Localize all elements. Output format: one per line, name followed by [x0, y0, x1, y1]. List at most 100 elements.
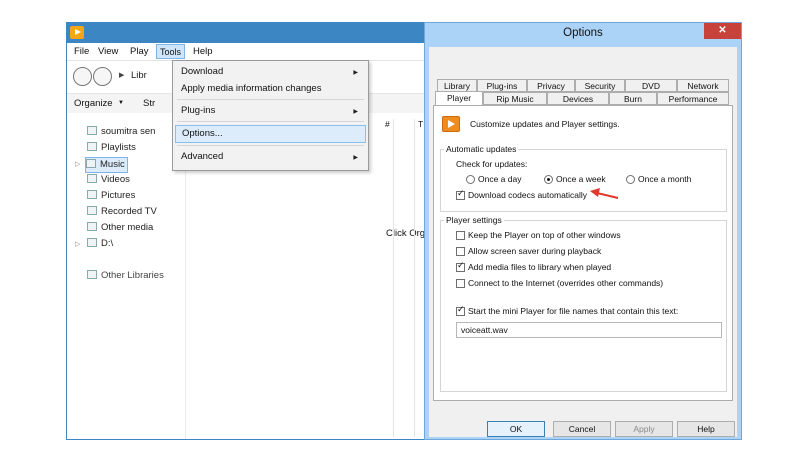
column-divider [393, 119, 394, 437]
menu-item-options[interactable]: Options... [175, 125, 366, 143]
tab-player[interactable]: Player [435, 91, 483, 106]
apply-button[interactable]: Apply [615, 421, 673, 437]
download-codecs-checkbox[interactable] [456, 189, 465, 200]
player-tab-panel: Customize updates and Player settings. A… [433, 105, 733, 401]
download-codecs-label[interactable]: Download codecs automatically [468, 189, 587, 201]
sidebar-item-pictures[interactable]: Pictures [87, 189, 135, 203]
tab-plug-ins[interactable]: Plug-ins [477, 79, 527, 92]
tools-dropdown-menu: Download ▶ Apply media information chang… [172, 60, 369, 171]
tab-security[interactable]: Security [575, 79, 625, 92]
options-dialog: Options ✕ Library Plug-ins Privacy Secur… [424, 22, 742, 440]
keep-on-top-checkbox[interactable] [456, 231, 465, 240]
connect-internet-label[interactable]: Connect to the Internet (overrides other… [468, 277, 663, 289]
menu-tools-label: Tools [159, 47, 181, 57]
tab-dvd[interactable]: DVD [625, 79, 677, 92]
forward-button[interactable] [93, 67, 112, 86]
drive-expander-icon[interactable]: ▷ [75, 240, 80, 248]
menu-item-options-label: Options... [182, 128, 223, 139]
close-icon: ✕ [718, 25, 727, 36]
tab-rip-music[interactable]: Rip Music [483, 92, 547, 105]
title-bar[interactable] [67, 23, 427, 43]
allow-screensaver-checkbox[interactable] [456, 247, 465, 256]
menu-item-plug-ins[interactable]: Plug-ins [181, 104, 215, 118]
breadcrumb-chevron-icon: ▶ [119, 72, 125, 79]
radio-once-a-month[interactable] [626, 175, 635, 184]
menu-view[interactable]: View [98, 46, 118, 58]
column-header-title[interactable]: T [418, 119, 423, 129]
radio-once-a-day[interactable] [466, 175, 475, 184]
check-for-updates-label: Check for updates: [456, 159, 528, 169]
network-libraries-icon [87, 270, 97, 279]
cancel-button[interactable]: Cancel [553, 421, 611, 437]
add-to-library-label[interactable]: Add media files to library when played [468, 261, 611, 273]
user-icon [87, 126, 97, 135]
tv-icon [87, 206, 97, 215]
radio-once-a-week[interactable] [544, 175, 553, 184]
sidebar-item-music[interactable]: Music [85, 157, 128, 173]
tab-performance[interactable]: Performance [657, 92, 729, 105]
other-media-icon [87, 222, 97, 231]
tab-network[interactable]: Network [677, 79, 729, 92]
menu-help[interactable]: Help [193, 46, 213, 58]
allow-screensaver-label[interactable]: Allow screen saver during playback [468, 245, 601, 257]
sidebar-item-drive-d[interactable]: D:\ [87, 237, 113, 251]
add-to-library-checkbox[interactable] [456, 261, 465, 272]
menu-bar: File View [67, 43, 427, 61]
submenu-arrow-icon: ▶ [353, 70, 358, 76]
back-button[interactable] [73, 67, 92, 86]
menu-tools[interactable]: Tools [156, 44, 185, 59]
panel-description: Customize updates and Player settings. [470, 119, 620, 129]
keep-on-top-label[interactable]: Keep the Player on top of other windows [468, 229, 621, 241]
mini-player-checkbox[interactable] [456, 305, 465, 316]
menu-item-apply-media-info[interactable]: Apply media information changes [181, 82, 321, 96]
mini-player-text-input[interactable]: voiceatt.wav [456, 322, 722, 338]
sidebar-item-recorded-tv[interactable]: Recorded TV [87, 205, 157, 219]
menu-item-advanced[interactable]: Advanced [181, 150, 223, 164]
annotation-arrow-icon [590, 188, 619, 199]
close-button[interactable]: ✕ [704, 23, 741, 39]
radio-once-a-day-label[interactable]: Once a day [478, 173, 521, 185]
ok-button[interactable]: OK [487, 421, 545, 437]
options-title: Options [563, 27, 603, 39]
radio-once-a-week-label[interactable]: Once a week [556, 173, 606, 185]
content-hint-text: Click Org [386, 228, 426, 239]
tab-burn[interactable]: Burn [609, 92, 657, 105]
radio-once-a-month-label[interactable]: Once a month [638, 173, 691, 185]
connect-internet-checkbox[interactable] [456, 279, 465, 288]
menu-item-download[interactable]: Download [181, 65, 223, 79]
organize-chevron-icon: ▼ [118, 100, 124, 106]
music-note-icon [86, 159, 96, 168]
column-header-number[interactable]: # [385, 119, 390, 129]
organize-button[interactable]: Organize [74, 98, 113, 109]
sidebar-item-other-media[interactable]: Other media [87, 221, 153, 235]
media-player-app-icon [70, 26, 84, 39]
submenu-arrow-icon: ▶ [353, 155, 358, 161]
library-sidebar: soumitra sen Playlists ▷ Music Videos Pi… [67, 113, 186, 439]
column-divider [414, 119, 415, 437]
menu-separator [177, 99, 364, 100]
stream-button[interactable]: Str [143, 98, 155, 109]
mini-player-label[interactable]: Start the mini Player for file names tha… [468, 305, 678, 317]
sidebar-item-videos[interactable]: Videos [87, 173, 130, 187]
tab-privacy[interactable]: Privacy [527, 79, 575, 92]
help-button[interactable]: Help [677, 421, 735, 437]
menu-file[interactable]: File [74, 46, 89, 58]
menu-separator [177, 121, 364, 122]
options-client-area: Library Plug-ins Privacy Security DVD Ne… [429, 47, 737, 437]
menu-play-label[interactable]: Play [130, 46, 148, 58]
music-expander-icon[interactable]: ▷ [75, 160, 80, 168]
tab-devices[interactable]: Devices [547, 92, 609, 105]
automatic-updates-label: Automatic updates [444, 143, 519, 155]
video-icon [87, 174, 97, 183]
sidebar-item-other-libraries[interactable]: Other Libraries [87, 269, 164, 283]
breadcrumb[interactable]: Libr [131, 70, 147, 81]
sidebar-item-playlists[interactable]: Playlists [87, 141, 136, 155]
menu-separator [177, 145, 364, 146]
player-settings-label: Player settings [444, 214, 504, 226]
drive-icon [87, 238, 97, 247]
sidebar-item-user[interactable]: soumitra sen [87, 125, 155, 139]
player-settings-icon [442, 116, 460, 132]
playlist-icon [87, 142, 97, 151]
submenu-arrow-icon: ▶ [353, 109, 358, 115]
picture-icon [87, 190, 97, 199]
